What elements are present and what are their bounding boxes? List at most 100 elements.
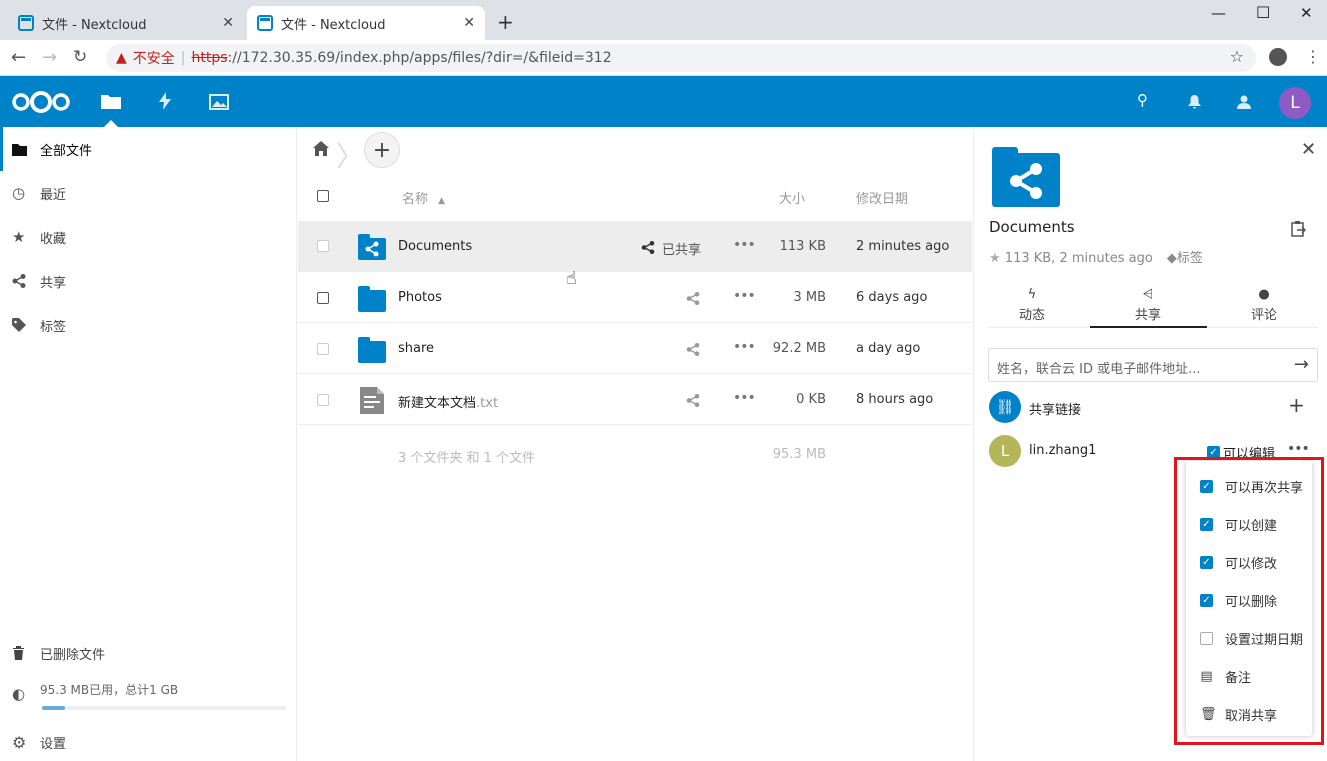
file-name[interactable]: Photos: [398, 290, 442, 305]
window-close-icon[interactable]: ✕: [1300, 4, 1313, 22]
close-tab-icon[interactable]: ✕: [463, 15, 475, 31]
share-link-label: 共享链接: [1029, 403, 1082, 418]
nav-item-recent[interactable]: ◷ 最近: [0, 171, 297, 215]
nav-item-shares[interactable]: 共享: [0, 259, 297, 303]
file-modified: 2 minutes ago: [856, 239, 950, 254]
browser-tabstrip: 文件 - Nextcloud ✕ 文件 - Nextcloud ✕ + — ☐ …: [0, 0, 1327, 40]
add-share-link-icon[interactable]: +: [1288, 393, 1305, 417]
nav-item-label: 最近: [40, 187, 67, 203]
favorite-star-icon[interactable]: ★: [989, 251, 1001, 266]
reload-icon[interactable]: ↻: [73, 47, 87, 67]
nextcloud-favicon-icon: [18, 15, 34, 31]
row-checkbox[interactable]: [317, 292, 329, 304]
file-row-text-document[interactable]: 新建文本文档.txt ••• 0 KB 8 hours ago: [298, 374, 972, 425]
row-checkbox[interactable]: [317, 240, 329, 252]
breadcrumb-separator: 〉: [336, 140, 365, 173]
column-modified-header[interactable]: 修改日期: [856, 188, 908, 207]
nav-item-tags[interactable]: 标签: [0, 303, 297, 347]
mouse-cursor-icon: ☝: [566, 268, 577, 289]
close-sidebar-icon[interactable]: ✕: [1301, 139, 1316, 160]
more-actions-icon[interactable]: •••: [733, 390, 756, 406]
nav-item-label: 标签: [40, 319, 67, 335]
file-size: 3 MB: [793, 290, 826, 305]
select-all-checkbox[interactable]: [317, 190, 329, 202]
file-summary: 3 个文件夹 和 1 个文件: [398, 451, 536, 466]
maximize-icon[interactable]: ☐: [1256, 3, 1270, 22]
close-tab-icon[interactable]: ✕: [222, 15, 234, 31]
app-header: ⚲ L: [0, 76, 1327, 127]
share-user-avatar: L: [989, 435, 1021, 467]
browser-tab-1[interactable]: 文件 - Nextcloud ✕: [8, 6, 244, 40]
file-row-share[interactable]: share ••• 92.2 MB a day ago: [298, 323, 972, 374]
minimize-icon[interactable]: —: [1211, 4, 1226, 22]
nav-item-settings[interactable]: ⚙ 设置: [0, 720, 297, 761]
details-sidebar: ✕ Documents ★ 113 KB, 2 minutes ago ◆标签 …: [973, 127, 1327, 761]
user-avatar[interactable]: L: [1279, 87, 1311, 119]
browser-tab-2[interactable]: 文件 - Nextcloud ✕: [247, 6, 485, 40]
notifications-bell-icon[interactable]: [1188, 95, 1201, 109]
gallery-icon[interactable]: [209, 94, 229, 110]
address-bar: ← → ↻ ▲ 不安全 | https ://172.30.35.69/inde…: [0, 40, 1327, 76]
share-icon[interactable]: [686, 292, 700, 305]
file-row-documents[interactable]: Documents 已共享 ••• 113 KB 2 minutes ago: [298, 221, 972, 272]
share-icon[interactable]: [641, 241, 655, 254]
more-actions-icon[interactable]: •••: [733, 237, 756, 253]
file-modified: 8 hours ago: [856, 392, 934, 407]
column-size-header[interactable]: 大小: [779, 188, 805, 207]
column-name-header[interactable]: 名称 ▲: [402, 188, 445, 207]
clipboard-icon[interactable]: [1291, 221, 1306, 237]
share-with-input[interactable]: 姓名，联合云 ID 或电子邮件地址... →: [988, 348, 1318, 382]
forward-icon[interactable]: →: [42, 47, 57, 68]
tab-title: 文件 - Nextcloud: [281, 17, 386, 33]
files-app-icon[interactable]: [101, 93, 121, 109]
search-icon[interactable]: ⚲: [1137, 91, 1148, 109]
share-icon[interactable]: [686, 343, 700, 356]
file-list-area: 〉 + 名称 ▲ 大小 修改日期 Documents 已共享 ••• 113 K…: [298, 127, 972, 761]
file-name[interactable]: 新建文本文档.txt: [398, 392, 498, 411]
contacts-icon[interactable]: [1236, 95, 1252, 109]
new-tab-icon[interactable]: +: [497, 10, 514, 34]
submit-arrow-icon[interactable]: →: [1294, 354, 1309, 375]
comment-icon: ●: [1258, 287, 1270, 302]
quota-fill: [42, 706, 65, 710]
link-icon: ⛓: [989, 391, 1021, 423]
home-icon[interactable]: [313, 141, 329, 156]
tab-sharing[interactable]: ⩤ 共享: [1098, 287, 1198, 323]
folder-icon: [12, 143, 27, 156]
file-size: 92.2 MB: [772, 341, 826, 356]
activity-icon[interactable]: [158, 92, 172, 110]
file-size: 0 KB: [796, 392, 826, 407]
tag-icon[interactable]: ◆: [1167, 251, 1177, 266]
more-actions-icon[interactable]: •••: [733, 339, 756, 355]
row-checkbox[interactable]: [317, 343, 329, 355]
file-row-photos[interactable]: Photos ••• 3 MB 6 days ago: [298, 272, 972, 323]
tab-comments[interactable]: ● 评论: [1214, 287, 1314, 323]
share-icon: [12, 274, 26, 288]
pie-chart-icon: ◐: [12, 685, 26, 703]
profile-icon[interactable]: [1269, 48, 1287, 66]
tag-icon: [12, 318, 26, 332]
file-list-header: 名称 ▲ 大小 修改日期: [298, 170, 972, 221]
trash-icon: [13, 646, 24, 660]
tags-link[interactable]: 标签: [1177, 251, 1203, 266]
nav-item-all-files[interactable]: 全部文件: [0, 127, 297, 171]
nextcloud-logo-icon[interactable]: [11, 90, 71, 114]
clock-icon: ◷: [12, 184, 26, 202]
url-field[interactable]: ▲ 不安全 | https ://172.30.35.69/index.php/…: [106, 44, 1256, 72]
row-checkbox[interactable]: [317, 394, 329, 406]
shared-status[interactable]: 已共享: [662, 239, 701, 258]
new-file-button[interactable]: +: [364, 132, 400, 168]
back-icon[interactable]: ←: [11, 47, 26, 68]
activity-icon: ϟ: [1027, 287, 1037, 302]
nav-item-label: 设置: [40, 736, 67, 752]
share-icon[interactable]: [686, 394, 700, 407]
text-file-icon: [360, 387, 384, 414]
more-actions-icon[interactable]: •••: [733, 288, 756, 304]
file-modified: 6 days ago: [856, 290, 928, 305]
file-name[interactable]: Documents: [398, 239, 472, 254]
bookmark-star-icon[interactable]: ☆: [1230, 47, 1244, 66]
file-name[interactable]: share: [398, 341, 434, 356]
nav-item-favorites[interactable]: ★ 收藏: [0, 215, 297, 259]
browser-menu-icon[interactable]: ⋮: [1305, 47, 1321, 66]
tab-activity[interactable]: ϟ 动态: [982, 287, 1082, 323]
